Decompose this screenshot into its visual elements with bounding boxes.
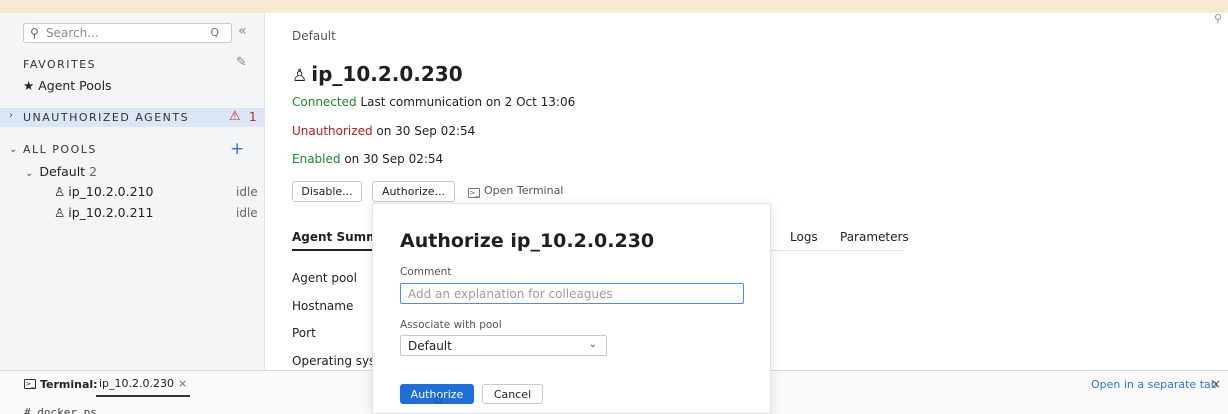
unauthorized-label: Unauthorized [292, 124, 373, 138]
connected-label: Connected [292, 95, 357, 109]
linux-icon: ♙ [54, 184, 66, 199]
tab-parameters[interactable]: Parameters [840, 230, 909, 244]
pool-default-node[interactable]: ⌄ Default 2 [25, 164, 97, 179]
field-label-hostname: Hostname [292, 299, 354, 313]
breadcrumb[interactable]: Default [292, 29, 336, 43]
authorization-detail: on 30 Sep 02:54 [376, 124, 476, 138]
unauthorized-count-badge: 1 [249, 110, 257, 124]
open-terminal-label: Open Terminal [484, 184, 564, 197]
favorite-item-agent-pools[interactable]: ★ Agent Pools [23, 78, 112, 93]
search-box[interactable]: ⚲ Q [23, 23, 232, 43]
tab-logs[interactable]: Logs [790, 230, 818, 244]
mouse-pointer-icon: ☝ [434, 391, 443, 407]
unauthorized-agents-section[interactable]: › UNAUTHORIZED AGENTS ⚠ 1 [0, 108, 264, 127]
agent-item[interactable]: ♙ ip_10.2.0.211 [54, 205, 153, 220]
linux-icon: ♙ [292, 66, 308, 86]
enabled-detail: on 30 Sep 02:54 [344, 152, 444, 166]
favorite-item-label: Agent Pools [38, 78, 112, 93]
agent-state: idle [236, 185, 258, 199]
chevron-down-icon[interactable]: ⌄ [25, 168, 33, 179]
pool-name: Default [39, 164, 86, 179]
edit-favorites-icon[interactable]: ✎ [236, 55, 247, 70]
agent-name: ip_10.2.0.210 [68, 184, 154, 199]
open-terminal-link[interactable]: >_ Open Terminal [468, 184, 563, 198]
add-pool-icon[interactable]: + [230, 139, 244, 159]
authorize-button[interactable]: Authorize... [372, 181, 455, 202]
agent-item[interactable]: ♙ ip_10.2.0.210 [54, 184, 153, 199]
unauthorized-agents-title: UNAUTHORIZED AGENTS [23, 111, 190, 124]
linux-icon: ♙ [54, 205, 66, 220]
close-icon[interactable]: × [1211, 377, 1221, 391]
field-label-agent-pool: Agent pool [292, 271, 357, 285]
agent-state: idle [236, 206, 258, 220]
close-tab-icon[interactable]: × [178, 377, 187, 390]
favorites-title: FAVORITES [23, 58, 97, 71]
field-label-port: Port [292, 326, 316, 340]
alert-icon: ⚠ [229, 109, 241, 124]
star-icon: ★ [23, 78, 35, 93]
corner-tool-icon[interactable]: ⚲ [1214, 12, 1228, 28]
enabled-label: Enabled [292, 152, 341, 166]
connection-status: Connected Last communication on 2 Oct 13… [292, 95, 575, 109]
chevron-down-icon: ⌄ [588, 339, 597, 350]
all-pools-title: ALL POOLS [23, 143, 97, 156]
chevron-down-icon[interactable]: ⌄ [9, 144, 17, 155]
pool-select-value: Default [408, 339, 452, 353]
page-title: ♙ ip_10.2.0.230 [292, 62, 463, 86]
connection-detail: Last communication on 2 Oct 13:06 [360, 95, 576, 109]
cancel-button[interactable]: Cancel [482, 384, 543, 404]
agent-name: ip_10.2.0.211 [68, 205, 154, 220]
authorize-dialog: Authorize ip_10.2.0.230 Comment Associat… [372, 203, 771, 414]
search-shortcut-hint: Q [210, 26, 219, 39]
terminal-command-line: # docker ps [24, 406, 97, 414]
terminal-tab[interactable]: ip_10.2.0.230 × [96, 377, 191, 397]
enabled-status: Enabled on 30 Sep 02:54 [292, 152, 443, 166]
pool-select[interactable]: Default ⌄ [400, 335, 607, 356]
page-title-text: ip_10.2.0.230 [311, 62, 463, 86]
comment-label: Comment [400, 266, 452, 278]
sidebar: ⚲ Q « FAVORITES ✎ ★ Agent Pools › UNAUTH… [0, 13, 265, 370]
terminal-icon: >_ [468, 188, 480, 198]
search-icon: ⚲ [30, 26, 39, 40]
pool-agent-count: 2 [89, 164, 98, 179]
terminal-tab-label: ip_10.2.0.230 [99, 377, 175, 390]
chevron-right-icon: › [9, 110, 13, 121]
search-input[interactable] [46, 25, 206, 41]
comment-field[interactable] [400, 283, 744, 304]
open-in-separate-tab-link[interactable]: Open in a separate tab [1091, 378, 1218, 391]
terminal-label: Terminal: [40, 378, 98, 391]
pool-label: Associate with pool [400, 319, 502, 331]
authorization-status: Unauthorized on 30 Sep 02:54 [292, 124, 475, 138]
top-banner-strip [0, 0, 1228, 13]
field-label-operating-system: Operating syst [292, 354, 381, 368]
terminal-icon: >_ [24, 379, 36, 389]
collapse-sidebar-icon[interactable]: « [238, 23, 247, 39]
disable-button[interactable]: Disable... [292, 181, 362, 202]
dialog-title: Authorize ip_10.2.0.230 [400, 230, 655, 252]
